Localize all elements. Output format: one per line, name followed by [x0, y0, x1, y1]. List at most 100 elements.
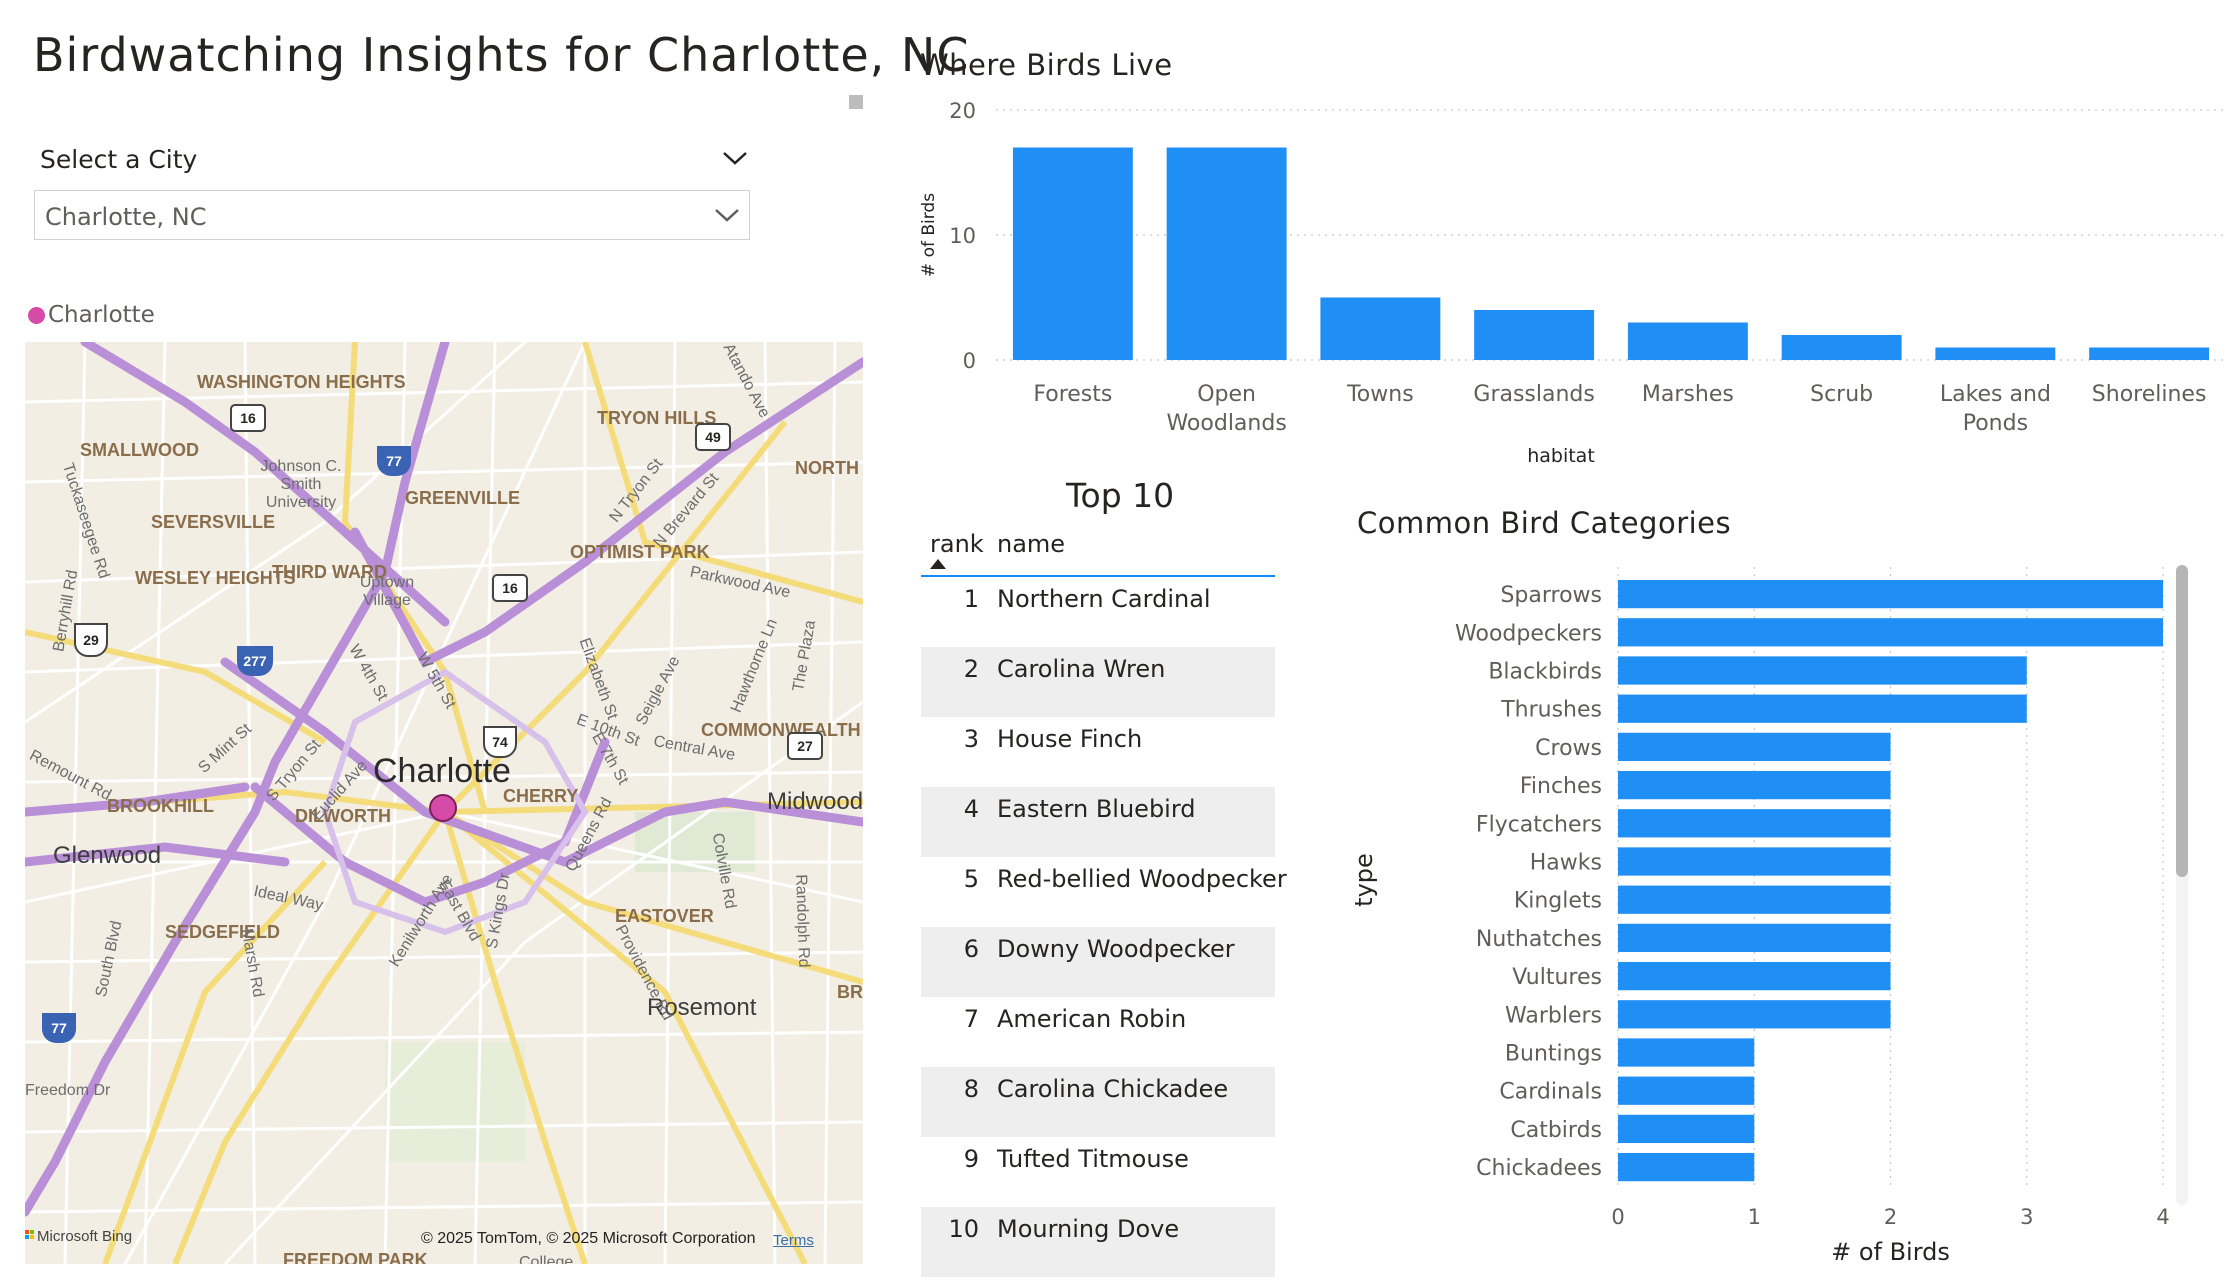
rank-cell: 7	[963, 1005, 979, 1033]
interstate-shield-icon: 77	[42, 1013, 76, 1043]
table-row[interactable]: 4 Eastern Bluebird	[921, 787, 1275, 857]
top10-table-body: 1 Northern Cardinal 2 Carolina Wren 3 House…	[921, 577, 1287, 1277]
y-tick-label: Catbirds	[1510, 1118, 1602, 1143]
y-tick-label: Blackbirds	[1488, 660, 1602, 685]
column-header-name[interactable]: name	[997, 530, 1065, 558]
map-district-label: BROOKHILL	[107, 796, 214, 816]
name-cell: House Finch	[997, 725, 1143, 753]
x-tick-label: Lakes and	[1940, 382, 2051, 407]
route-shield-icon: 16	[492, 574, 528, 602]
map-district-label: SEVERSVILLE	[151, 512, 276, 532]
bar	[1618, 579, 2163, 609]
x-axis-title: habitat	[1527, 445, 1595, 467]
name-cell: Tufted Titmouse	[997, 1145, 1189, 1173]
route-shield-icon: 16	[230, 404, 266, 432]
x-tick-label: 2	[1884, 1205, 1897, 1229]
x-tick-label: Open	[1197, 382, 1256, 407]
x-tick-label: Scrub	[1810, 382, 1873, 407]
bar	[1618, 656, 2027, 685]
map-district-label: COMMONWEALTH	[701, 720, 861, 740]
name-cell: Mourning Dove	[997, 1215, 1180, 1243]
table-row[interactable]: 1 Northern Cardinal	[921, 577, 1275, 647]
map-district-label: BRI	[837, 982, 863, 1002]
y-tick-label: Sparrows	[1500, 583, 1602, 608]
bar	[1474, 310, 1595, 360]
x-tick-label: 1	[1748, 1205, 1761, 1229]
table-row[interactable]: 8 Carolina Chickadee	[921, 1067, 1275, 1137]
bar	[1618, 923, 1891, 953]
table-row[interactable]: 10 Mourning Dove	[921, 1207, 1275, 1277]
map-district-label: GREENVILLE	[405, 488, 521, 508]
name-cell: American Robin	[997, 1005, 1187, 1033]
sort-ascending-icon[interactable]	[930, 559, 946, 569]
categories-chart[interactable]: 0 1 2 3 4 Sparrows Woodpeckers Blackbirds Thrush…	[1340, 550, 2176, 1270]
rank-cell: 5	[963, 865, 979, 893]
y-tick-label: 10	[949, 224, 976, 248]
y-axis-title: # of Birds	[919, 193, 939, 277]
city-map[interactable]: WASHINGTON HEIGHTS SMALLWOOD TRYON HILLS…	[25, 342, 863, 1264]
bar	[1618, 732, 1891, 762]
rank-cell: 6	[963, 935, 979, 963]
y-tick-label: Nuthatches	[1476, 927, 1602, 952]
rank-cell: 10	[948, 1215, 979, 1243]
y-tick-label: Finches	[1520, 774, 1602, 799]
map-district-label: FREEDOM PARK	[283, 1250, 428, 1264]
map-street-label: Randolph Rd	[792, 874, 813, 968]
rank-cell: 9	[963, 1145, 979, 1173]
y-tick-label: 0	[963, 349, 976, 373]
table-row[interactable]: 5 Red-bellied Woodpecker	[921, 857, 1287, 927]
y-tick-label: Cardinals	[1499, 1080, 1602, 1105]
x-tick-label: Forests	[1033, 382, 1112, 407]
resize-handle[interactable]	[849, 95, 863, 109]
habitat-chart[interactable]: 0 10 20 Forests Open Woodlands Towns Grasslands…	[900, 90, 2226, 480]
table-row[interactable]: 2 Carolina Wren	[921, 647, 1275, 717]
habitat-chart-title: Where Birds Live	[920, 48, 1173, 82]
rank-cell: 2	[963, 655, 979, 683]
y-tick-label: Woodpeckers	[1455, 621, 1602, 646]
table-row[interactable]: 3 House Finch	[921, 717, 1275, 787]
bar	[1618, 618, 2163, 647]
y-tick-label: Kinglets	[1514, 889, 1602, 914]
map-district-label: DILWORTH	[295, 806, 391, 826]
x-tick-label: Towns	[1346, 382, 1414, 407]
rank-cell: 8	[963, 1075, 979, 1103]
microsoft-logo-icon	[25, 1230, 34, 1239]
x-tick-label: Grasslands	[1473, 382, 1594, 407]
table-row[interactable]: 6 Downy Woodpecker	[921, 927, 1275, 997]
bar	[2089, 347, 2210, 360]
table-row[interactable]: 7 American Robin	[921, 997, 1275, 1067]
map-terms-link[interactable]: Terms	[773, 1232, 814, 1249]
y-tick-label: Thrushes	[1500, 698, 1602, 723]
chart-scrollbar-thumb[interactable]	[2176, 565, 2188, 877]
name-cell: Northern Cardinal	[997, 585, 1211, 613]
map-place-label: Glenwood	[53, 842, 162, 869]
x-tick-label: Ponds	[1963, 411, 2028, 436]
chevron-down-icon[interactable]	[720, 147, 750, 169]
map-district-label: SEDGEFIELD	[165, 922, 281, 942]
map-street-label: Freedom Dr	[25, 1082, 111, 1099]
column-header-rank[interactable]: rank	[930, 530, 984, 558]
map-district-label: SMALLWOOD	[80, 440, 199, 460]
bar	[1012, 147, 1133, 360]
route-shield-icon: 49	[695, 423, 731, 451]
x-tick-label: Marshes	[1642, 382, 1734, 407]
y-tick-label: Warblers	[1505, 1003, 1602, 1028]
bar	[1618, 961, 1891, 991]
map-district-label: NORTH	[795, 458, 859, 478]
categories-chart-title: Common Bird Categories	[1357, 506, 1732, 540]
x-tick-label: Woodlands	[1166, 411, 1286, 436]
rank-cell: 4	[963, 795, 979, 823]
y-tick-label: Chickadees	[1476, 1156, 1602, 1181]
bar	[1781, 335, 1902, 360]
map-place-label: Midwood	[767, 788, 863, 815]
page-title: Birdwatching Insights for Charlotte, NC	[33, 28, 970, 82]
chevron-down-icon[interactable]	[712, 204, 742, 226]
bar	[1618, 847, 1891, 876]
map-copyright: © 2025 TomTom, © 2025 Microsoft Corporat…	[421, 1230, 756, 1247]
rank-cell: 1	[963, 585, 979, 613]
x-tick-label: 0	[1611, 1205, 1624, 1229]
interstate-shield-icon: 277	[237, 646, 273, 676]
map-place-label: College	[519, 1254, 574, 1264]
x-tick-label: 4	[2156, 1205, 2169, 1229]
table-row[interactable]: 9 Tufted Titmouse	[921, 1137, 1275, 1207]
